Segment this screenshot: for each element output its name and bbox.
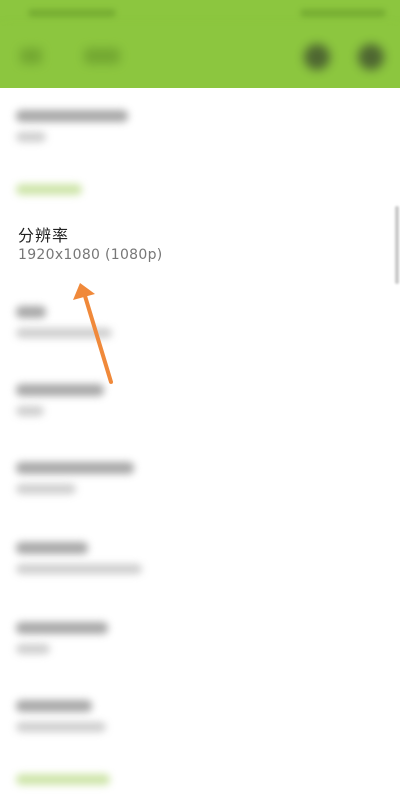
back-arrow-icon[interactable] (20, 48, 42, 64)
folder-icon[interactable] (304, 44, 330, 70)
status-bar-left (28, 9, 116, 17)
app-bar (0, 26, 400, 88)
category-header (0, 766, 400, 790)
scrollbar[interactable] (395, 206, 399, 284)
status-bar-right (300, 9, 386, 17)
category-header (0, 176, 400, 200)
setting-value: 1920x1080 (1080p) (18, 247, 163, 263)
list-item[interactable] (0, 532, 400, 586)
setting-title: 分辨率 (18, 226, 70, 245)
list-item[interactable] (0, 690, 400, 742)
status-bar (0, 0, 400, 26)
list-item[interactable] (0, 98, 400, 150)
settings-screen: 分辨率 1920x1080 (1080p) (0, 0, 400, 800)
list-item[interactable] (0, 452, 400, 504)
gear-icon[interactable] (358, 44, 384, 70)
list-item[interactable] (0, 296, 400, 348)
app-bar-title (84, 48, 120, 64)
list-item[interactable] (0, 374, 400, 426)
list-item[interactable] (0, 612, 400, 664)
